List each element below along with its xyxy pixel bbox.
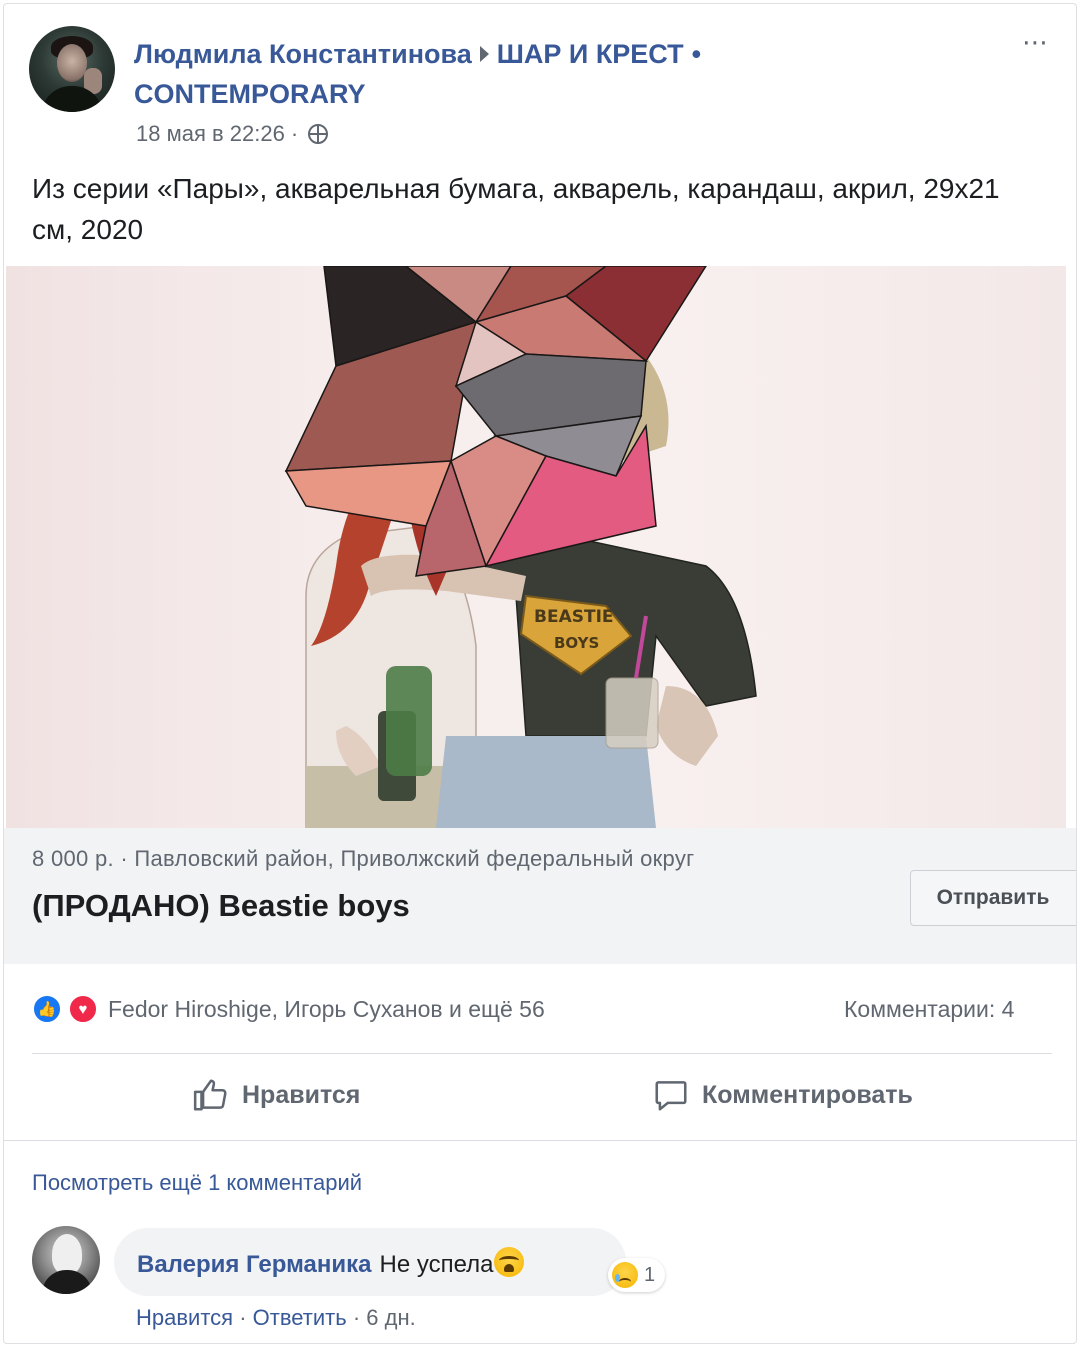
author-name[interactable]: Людмила Константинова: [134, 39, 472, 69]
send-button[interactable]: Отправить: [910, 870, 1076, 926]
thumbs-up-icon: [193, 1079, 227, 1111]
separator: ·: [239, 1305, 247, 1330]
comment-button-label: Комментировать: [702, 1080, 913, 1109]
post-header: Людмила Константинова ШАР И КРЕСТ • CONTEM…: [134, 34, 934, 114]
group-name-suffix[interactable]: CONTEMPORARY: [134, 79, 366, 109]
comment-like-link[interactable]: Нравится: [136, 1305, 233, 1330]
like-button-label: Нравится: [242, 1080, 361, 1109]
shirt-logo-text: BEASTIE: [534, 607, 614, 627]
group-bullet: •: [691, 39, 702, 69]
like-button[interactable]: Нравится: [192, 1076, 360, 1114]
more-options-icon[interactable]: ⋯: [1022, 29, 1049, 55]
post-meta: 18 мая в 22:26 ·: [136, 121, 329, 147]
commenter-avatar[interactable]: [32, 1226, 100, 1294]
comment-body: Не успела: [379, 1251, 494, 1278]
reaction-names[interactable]: Fedor Hiroshige, Игорь Суханов и ещё 56: [108, 996, 545, 1023]
comment-author[interactable]: Валерия Германика: [137, 1251, 372, 1278]
comment-actions: Нравится · Ответить · 6 дн.: [136, 1305, 416, 1331]
comment-reaction-chip[interactable]: 1: [608, 1258, 666, 1292]
comment-bubble-icon: [655, 1081, 687, 1111]
post-card: Людмила Константинова ШАР И КРЕСТ • CONTEM…: [3, 3, 1077, 1344]
arrow-right-icon: [479, 46, 489, 63]
post-text: Из серии «Пары», акварельная бумага, акв…: [32, 173, 1000, 245]
sad-reaction-icon: [612, 1262, 638, 1288]
comment-reply-link[interactable]: Ответить: [253, 1305, 347, 1330]
price-location: 8 000 р. · Павловский район, Приволжский…: [32, 846, 695, 871]
love-reaction-icon[interactable]: ♥: [68, 994, 98, 1024]
crying-emoji-icon: [493, 1247, 524, 1277]
comment-age[interactable]: 6 дн.: [366, 1305, 415, 1330]
author-avatar[interactable]: [29, 26, 115, 112]
product-title[interactable]: (ПРОДАНО) Beastie boys: [32, 888, 410, 924]
divider: [32, 1053, 1052, 1054]
post-timestamp[interactable]: 18 мая в 22:26 ·: [136, 121, 298, 146]
comment-text: Валерия Германика Не успела: [137, 1247, 524, 1279]
divider: [4, 1140, 1076, 1141]
comments-count[interactable]: Комментарии: 4: [844, 996, 1014, 1023]
shirt-logo-subtext: BOYS: [554, 634, 599, 652]
group-name[interactable]: ШАР И КРЕСТ: [497, 39, 684, 69]
separator: ·: [352, 1305, 361, 1330]
artwork-painting: BEASTIE BOYS: [284, 266, 757, 828]
comment-button[interactable]: Комментировать: [652, 1076, 913, 1114]
comment-reaction-count: 1: [644, 1263, 656, 1286]
globe-icon: [308, 124, 329, 144]
like-reaction-icon[interactable]: 👍: [32, 994, 62, 1024]
view-more-comments-link[interactable]: Посмотреть ещё 1 комментарий: [32, 1170, 362, 1196]
post-image[interactable]: BEASTIE BOYS: [6, 266, 1066, 828]
